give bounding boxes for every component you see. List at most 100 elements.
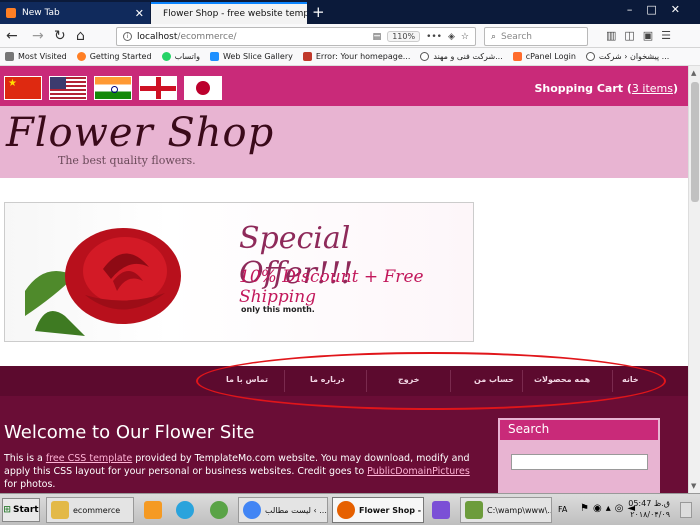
back-icon[interactable]: ← <box>6 27 18 45</box>
new-tab-button[interactable]: + <box>312 3 325 21</box>
site-search-input[interactable] <box>511 454 648 470</box>
zoom-level[interactable]: 110% <box>387 31 421 42</box>
shopping-cart: Shopping Cart (3 items) <box>534 82 678 95</box>
site-tagline: The best quality flowers. <box>58 154 196 167</box>
taskbar-item-vs[interactable] <box>428 497 454 523</box>
reader-view-icon[interactable]: ▤ <box>373 32 382 42</box>
bookmark-label: Web Slice Gallery <box>222 52 293 61</box>
bookmark-item[interactable]: Getting Started <box>72 52 157 61</box>
error-page-icon <box>302 52 312 61</box>
scroll-thumb[interactable] <box>691 82 699 202</box>
taskbar-label: ecommerce <box>73 505 121 515</box>
bookmark-item[interactable]: شرکت فنی و مهند... <box>415 52 507 61</box>
url-host: localhost <box>137 31 178 42</box>
scroll-up-icon[interactable]: ▲ <box>691 69 696 77</box>
bookmark-item[interactable]: Most Visited <box>0 52 72 61</box>
language-indicator[interactable]: FA <box>558 505 567 514</box>
url-path: /ecommerce/ <box>177 31 237 42</box>
search-icon: ⌕ <box>491 31 497 42</box>
taskbar-item-media[interactable] <box>140 497 166 523</box>
special-offer-banner[interactable]: Special Offer!!! 10% Discount + Free Shi… <box>4 202 474 342</box>
info-icon[interactable]: i <box>123 32 132 41</box>
bookmark-label: Getting Started <box>89 52 152 61</box>
chrome-icon <box>243 501 261 519</box>
banner-area: Special Offer!!! 10% Discount + Free Shi… <box>0 178 688 366</box>
bookmark-label: cPanel Login <box>525 52 576 61</box>
start-button[interactable]: ⊞ Start <box>2 498 40 522</box>
tab-label: New Tab <box>22 8 60 18</box>
intro-text: This is a <box>4 453 46 464</box>
system-clock[interactable]: 05:47 ق.ظ ۲۰۱۸/۰۴/۰۹ <box>628 498 670 520</box>
bookmark-label: Most Visited <box>18 52 67 61</box>
cart-label: Shopping Cart <box>534 82 624 95</box>
window-controls[interactable]: –□✕ <box>627 3 694 16</box>
bookmark-label: پیشخوان ‹ شرکت ... <box>598 52 670 61</box>
japan-flag-icon[interactable] <box>184 76 222 100</box>
gear-icon <box>5 52 14 61</box>
tab-new-tab[interactable]: New Tab ✕ <box>0 2 150 24</box>
usa-flag-icon[interactable] <box>49 76 87 100</box>
site-logo[interactable]: Flower Shop <box>6 110 274 156</box>
taskbar-item-firefox[interactable]: Flower Shop - ... <box>332 497 424 523</box>
close-tab-icon[interactable]: ✕ <box>127 7 144 20</box>
whatsapp-icon <box>161 52 171 61</box>
telegram-icon <box>176 501 194 519</box>
taskbar-item-notepad[interactable]: C:\wamp\www\... <box>460 497 552 523</box>
windows-taskbar: ⊞ Start ecommerce لیست مطالب ‹ ... Flowe… <box>0 493 700 525</box>
taskbar-item-chrome[interactable]: لیست مطالب ‹ ... <box>238 497 328 523</box>
free-css-template-link[interactable]: free CSS template <box>46 453 132 464</box>
bookmark-item[interactable]: Web Slice Gallery <box>205 52 298 61</box>
china-flag-icon[interactable] <box>4 76 42 100</box>
cart-items-link[interactable]: 3 items <box>632 82 673 95</box>
intro-text: for photos. <box>4 479 56 490</box>
globe-icon <box>420 52 430 61</box>
url-bar[interactable]: i localhost/ecommerce/ ▤ 110% ••• ◈ ☆ <box>116 27 476 46</box>
taskbar-item-telegram[interactable] <box>172 497 198 523</box>
taskbar-label: C:\wamp\www\... <box>487 505 552 515</box>
pocket-icon[interactable]: ◈ <box>448 32 455 42</box>
show-desktop-button[interactable] <box>680 502 692 518</box>
bookmark-label: شرکت فنی و مهند... <box>433 52 503 61</box>
welcome-title: Welcome to Our Flower Site <box>4 422 255 443</box>
tab-flower-shop[interactable]: Flower Shop - free website template, H ✕ <box>151 2 307 24</box>
toolbar-icons[interactable]: ▥◫▣☰ <box>606 29 679 42</box>
web-page: Shopping Cart (3 items) Flower Shop The … <box>0 66 688 493</box>
taskbar-label: Flower Shop - ... <box>359 505 423 515</box>
search-placeholder: Search <box>501 31 532 42</box>
reload-icon[interactable]: ↻ <box>54 27 66 45</box>
search-bar[interactable]: ⌕ Search <box>484 27 588 46</box>
offer-subtitle: 10% Discount + Free Shipping <box>239 267 424 307</box>
offer-note: only this month. <box>241 305 315 314</box>
bookmark-star-icon[interactable]: ☆ <box>461 32 469 42</box>
bookmark-item[interactable]: واتساب <box>157 52 205 61</box>
public-domain-pictures-link[interactable]: PublicDomainPictures <box>367 466 470 477</box>
start-label: Start <box>12 505 39 515</box>
page-scrollbar[interactable]: ▲ ▼ <box>688 66 700 493</box>
highlight-ellipse <box>196 352 666 410</box>
tab-label: Flower Shop - free website template, H <box>163 9 307 19</box>
site-header: Flower Shop The best quality flowers. <box>0 106 688 178</box>
forward-icon[interactable]: → <box>32 27 44 45</box>
bookmark-item[interactable]: cPanel Login <box>508 52 581 61</box>
bookmark-label: واتساب <box>174 52 200 61</box>
search-panel: Search <box>498 418 660 493</box>
taskbar-item-ecommerce[interactable]: ecommerce <box>46 497 134 523</box>
clock-date: ۲۰۱۸/۰۴/۰۹ <box>630 510 670 519</box>
bookmarks-toolbar: Most Visited Getting Started واتساب Web … <box>0 48 700 66</box>
globe-icon <box>585 52 595 61</box>
android-icon <box>210 501 228 519</box>
navigation-bar: ← → ↻ ⌂ i localhost/ecommerce/ ▤ 110% ••… <box>0 24 700 48</box>
bookmark-item[interactable]: پیشخوان ‹ شرکت ... <box>581 52 674 61</box>
page-actions-icon[interactable]: ••• <box>426 32 442 42</box>
firefox-icon <box>76 52 86 61</box>
rose-image <box>25 228 181 336</box>
home-icon[interactable]: ⌂ <box>76 27 85 45</box>
scroll-down-icon[interactable]: ▼ <box>691 482 696 490</box>
india-flag-icon[interactable] <box>94 76 132 100</box>
taskbar-item-android[interactable] <box>206 497 232 523</box>
bookmark-item[interactable]: Error: Your homepage... <box>298 52 416 61</box>
england-flag-icon[interactable] <box>139 76 177 100</box>
taskbar-label: لیست مطالب ‹ ... <box>265 505 327 515</box>
firefox-icon <box>337 501 355 519</box>
tab-bar: New Tab ✕ Flower Shop - free website tem… <box>0 0 700 24</box>
